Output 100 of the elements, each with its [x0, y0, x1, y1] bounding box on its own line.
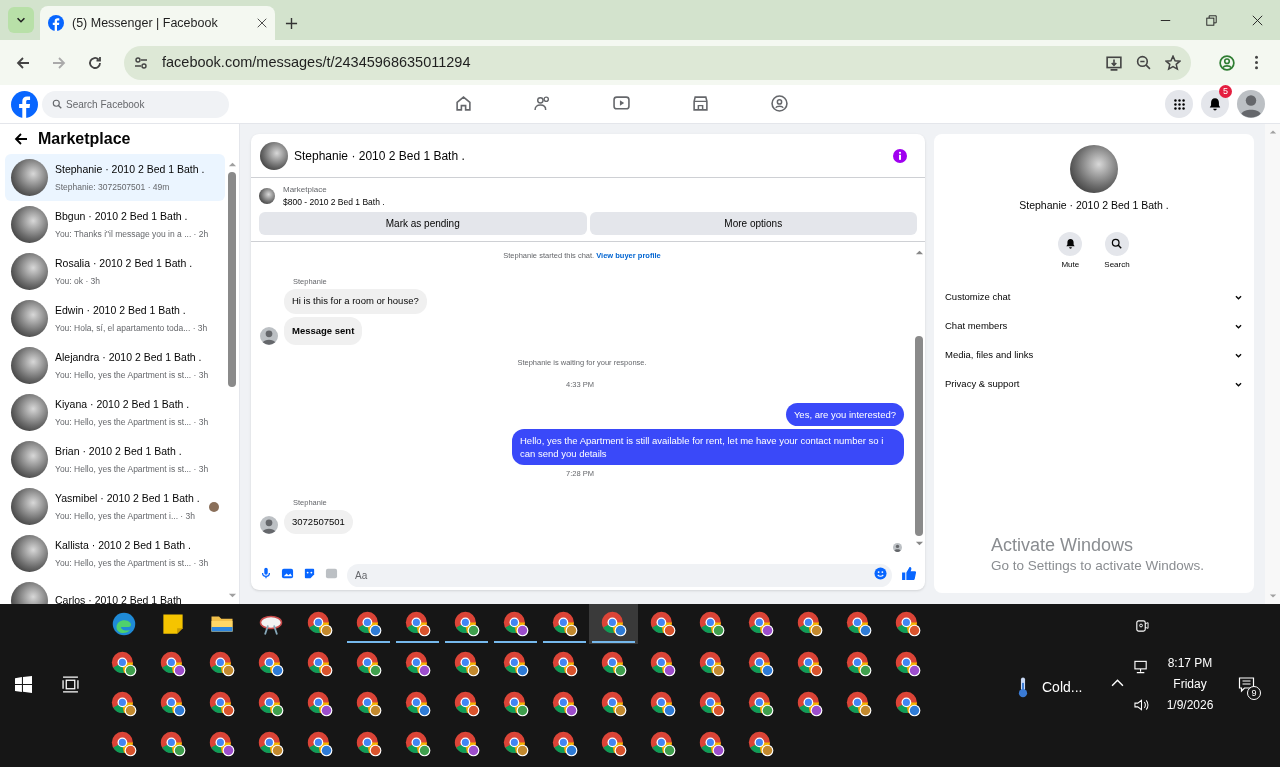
browser-profile-icon [747, 691, 774, 717]
browser-profile-icon [453, 691, 480, 717]
home-icon [454, 95, 472, 112]
search-icon [1111, 238, 1123, 250]
browser-profile-icon [600, 731, 627, 757]
browser-tab[interactable]: (5) Messenger | Facebook [40, 6, 275, 40]
conversation-title: Alejandra · 2010 2 Bed 1 Bath . [55, 349, 202, 365]
browser-profile-icon [257, 731, 284, 757]
browser-profile-icon [404, 691, 431, 717]
photo-placeholder [11, 394, 48, 431]
browser-profile-icon [551, 651, 578, 677]
info-icon[interactable] [893, 148, 907, 163]
microphone-icon[interactable] [260, 567, 272, 579]
close-icon[interactable] [257, 18, 267, 28]
emoji-icon[interactable] [874, 566, 887, 580]
start-button[interactable] [15, 676, 32, 693]
activation-title: Activate Windows [991, 534, 1135, 556]
message-preview: You: Hello, yes the Apartment is st... · 3h [55, 462, 209, 476]
browser-profile-icon [208, 651, 235, 677]
weather-button[interactable]: Cold... [1014, 676, 1083, 698]
meet-now-button[interactable] [1134, 618, 1149, 633]
facebook-logo-icon [48, 15, 64, 31]
browser-profile-icon [845, 611, 872, 637]
task-view-button[interactable] [62, 676, 79, 693]
browser-profile-icon [502, 651, 529, 677]
browser-profile-icon [502, 731, 529, 757]
message-preview: Stephanie: 3072507501 · 49m [55, 180, 170, 194]
scrollbar-thumb[interactable] [915, 336, 923, 536]
sticker-icon[interactable] [303, 566, 316, 580]
browser-profile-icon [551, 691, 578, 717]
thumbs-up-icon[interactable] [901, 565, 916, 581]
browser-profile-icon [208, 691, 235, 717]
reload-icon [88, 55, 102, 70]
browser-profile-icon [306, 611, 333, 637]
browser-profile-icon [845, 651, 872, 677]
address-bar[interactable]: facebook.com/messages/t/24345968635011294 [124, 45, 1191, 80]
browser-profile-icon [159, 651, 186, 677]
browser-profile-icon [355, 691, 382, 717]
taskbar-app[interactable] [589, 604, 638, 644]
new-tab-button[interactable] [285, 17, 298, 30]
network-icon[interactable] [1134, 660, 1149, 674]
browser-profile-icon [355, 611, 382, 637]
bell-icon [1208, 97, 1222, 111]
scrollbar-thumb[interactable] [228, 172, 236, 387]
browser-profile-icon [306, 691, 333, 717]
section-header[interactable]: Chat members [945, 311, 1243, 341]
browser-profile-icon [796, 651, 823, 677]
notification-count: 9 [1247, 686, 1261, 700]
forward-arrow-icon [52, 55, 66, 70]
browser-profile-icon [306, 651, 333, 677]
conversation-title: Kiyana · 2010 2 Bed 1 Bath . [55, 396, 190, 412]
sticky-note-icon [161, 613, 184, 635]
restore-icon [1205, 14, 1217, 26]
browser-profile-icon [649, 611, 676, 637]
search-field[interactable]: Search Facebook [42, 90, 229, 118]
section-header[interactable]: Privacy & support [945, 369, 1243, 399]
install-app-icon[interactable] [1106, 54, 1122, 71]
section-header[interactable]: Media, files and links [945, 340, 1243, 370]
task-view-icon [62, 676, 79, 693]
browser-profile-icon [502, 691, 529, 717]
tab-list-button[interactable] [8, 7, 34, 33]
photo-placeholder [11, 300, 48, 337]
bookmark-star-icon[interactable] [1165, 54, 1181, 71]
image-icon[interactable] [281, 566, 294, 580]
chevron-up-icon [1111, 678, 1124, 687]
contact-title: Stephanie · 2010 2 Bed 1 Bath . [1019, 198, 1169, 213]
browser-profile-icon [355, 651, 382, 677]
notifications-button[interactable] [1201, 90, 1229, 118]
listing-action-button[interactable]: Mark as pending [259, 211, 587, 235]
section-header[interactable]: Customize chat [945, 282, 1243, 312]
speaker-icon[interactable] [1134, 698, 1149, 712]
notification-center-button[interactable]: 9 [1238, 677, 1262, 701]
scroll-down-icon[interactable] [227, 591, 237, 600]
marketplace-icon [691, 95, 709, 112]
conversation-title: Edwin · 2010 2 Bed 1 Bath . [55, 302, 186, 318]
message-bubble: Message sent [284, 316, 363, 345]
photo-placeholder [11, 159, 48, 196]
scroll-up-icon[interactable] [227, 160, 237, 169]
browser-profile-icon [404, 651, 431, 677]
message-preview: You: ok · 3h [55, 274, 101, 288]
chat-title: Stephanie · 2010 2 Bed 1 Bath . [294, 147, 466, 165]
browser-profile-icon [306, 731, 333, 757]
account-button[interactable] [1237, 90, 1265, 118]
menu-button[interactable] [1165, 90, 1193, 118]
browser-profile-icon [747, 611, 774, 637]
conversation-item[interactable]: Stephanie · 2010 2 Bed 1 Bath . Stephanie: 3072507501 · 49m [5, 154, 225, 201]
zoom-icon[interactable] [1136, 55, 1151, 70]
show-hidden-icons-button[interactable] [1111, 678, 1124, 687]
browser-profile-icon [110, 731, 137, 757]
site-settings-icon[interactable] [134, 55, 148, 70]
facebook-logo-icon[interactable] [11, 90, 38, 118]
listing-action-button[interactable]: More options [589, 211, 917, 235]
clock[interactable]: 8:17 PM Friday 1/9/2026 [1160, 655, 1220, 713]
back-arrow-icon [14, 132, 28, 146]
message-input[interactable]: Aa [347, 563, 892, 587]
profile-icon[interactable] [1219, 54, 1235, 71]
back-button[interactable] [14, 132, 28, 146]
scroll-down-icon[interactable] [914, 539, 924, 548]
activation-text: Go to Settings to activate Windows. [991, 557, 1205, 575]
browser-profile-icon [894, 691, 921, 717]
